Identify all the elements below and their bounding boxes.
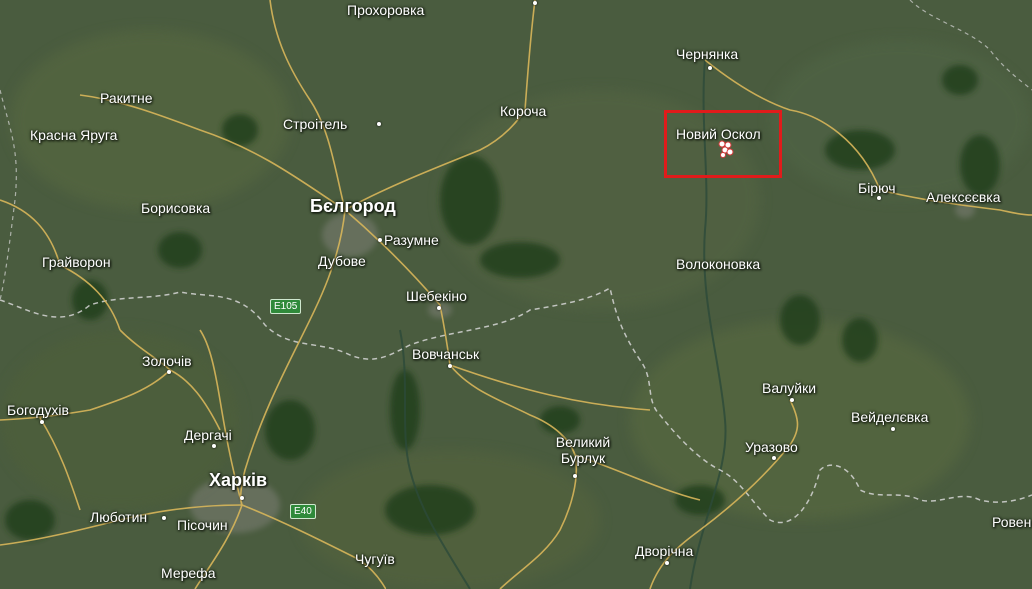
place-velykyi-burluk[interactable]: Великий Бурлук (552, 434, 614, 466)
place-bohodukhiv[interactable]: Богодухів (7, 402, 69, 418)
place-zolochiv[interactable]: Золочів (142, 353, 192, 369)
place-razumne[interactable]: Разумне (384, 232, 439, 248)
place-volokonovka[interactable]: Волоконовка (676, 256, 760, 272)
place-dot (40, 420, 44, 424)
place-dot (212, 444, 216, 448)
place-dot (162, 516, 166, 520)
place-shebekino[interactable]: Шебекіно (406, 288, 467, 304)
terrain-layer (0, 0, 1032, 589)
place-dot (240, 496, 244, 500)
place-dot (665, 561, 669, 565)
place-borysovka[interactable]: Борисовка (141, 200, 210, 216)
place-dot (790, 398, 794, 402)
place-stroitel[interactable]: Строітель (283, 116, 347, 132)
road-shield-e105: E105 (270, 299, 302, 314)
place-dot (437, 306, 441, 310)
place-biruch[interactable]: Бірюч (858, 180, 896, 196)
satellite-map[interactable]: Прохоровка Чернянка Ракитне Красна Яруга… (0, 0, 1032, 589)
place-dubove[interactable]: Дубове (318, 253, 366, 269)
place-prokhorovka[interactable]: Прохоровка (347, 2, 424, 18)
place-rovenky[interactable]: Ровен (992, 514, 1031, 530)
place-dot (533, 1, 537, 5)
place-krasna-yaruha[interactable]: Красна Яруга (30, 127, 117, 143)
place-korocha[interactable]: Короча (500, 103, 546, 119)
place-dot (877, 196, 881, 200)
highlight-box (664, 110, 782, 178)
place-chernyanka[interactable]: Чернянка (676, 46, 738, 62)
place-urazovo[interactable]: Уразово (745, 439, 798, 455)
place-veidelevka[interactable]: Вейделєвка (851, 409, 928, 425)
place-merefa[interactable]: Мерефа (161, 565, 215, 581)
place-dot (708, 66, 712, 70)
place-derhachi[interactable]: Дергачі (184, 427, 232, 443)
place-dvorichna[interactable]: Дворічна (635, 543, 693, 559)
place-dot (891, 427, 895, 431)
place-valuiky[interactable]: Валуйки (762, 380, 816, 396)
place-kharkiv[interactable]: Харків (209, 470, 267, 491)
place-liubotyn[interactable]: Люботин (90, 509, 147, 525)
place-dot (448, 364, 452, 368)
place-belgorod[interactable]: Бєлгород (310, 196, 396, 217)
place-dot (573, 474, 577, 478)
place-dot (378, 238, 382, 242)
place-pisochyn[interactable]: Пісочин (177, 517, 228, 533)
place-dot (772, 456, 776, 460)
place-vovchansk[interactable]: Вовчанськ (412, 346, 479, 362)
place-dot (167, 370, 171, 374)
place-dot (377, 122, 381, 126)
place-alekseevka[interactable]: Алексєєвка (926, 189, 1001, 205)
place-rakytne[interactable]: Ракитне (100, 90, 153, 106)
place-chuhuiv[interactable]: Чугуїв (355, 551, 395, 567)
road-shield-e40: E40 (290, 504, 316, 519)
place-hraivoron[interactable]: Грайворон (42, 254, 111, 270)
